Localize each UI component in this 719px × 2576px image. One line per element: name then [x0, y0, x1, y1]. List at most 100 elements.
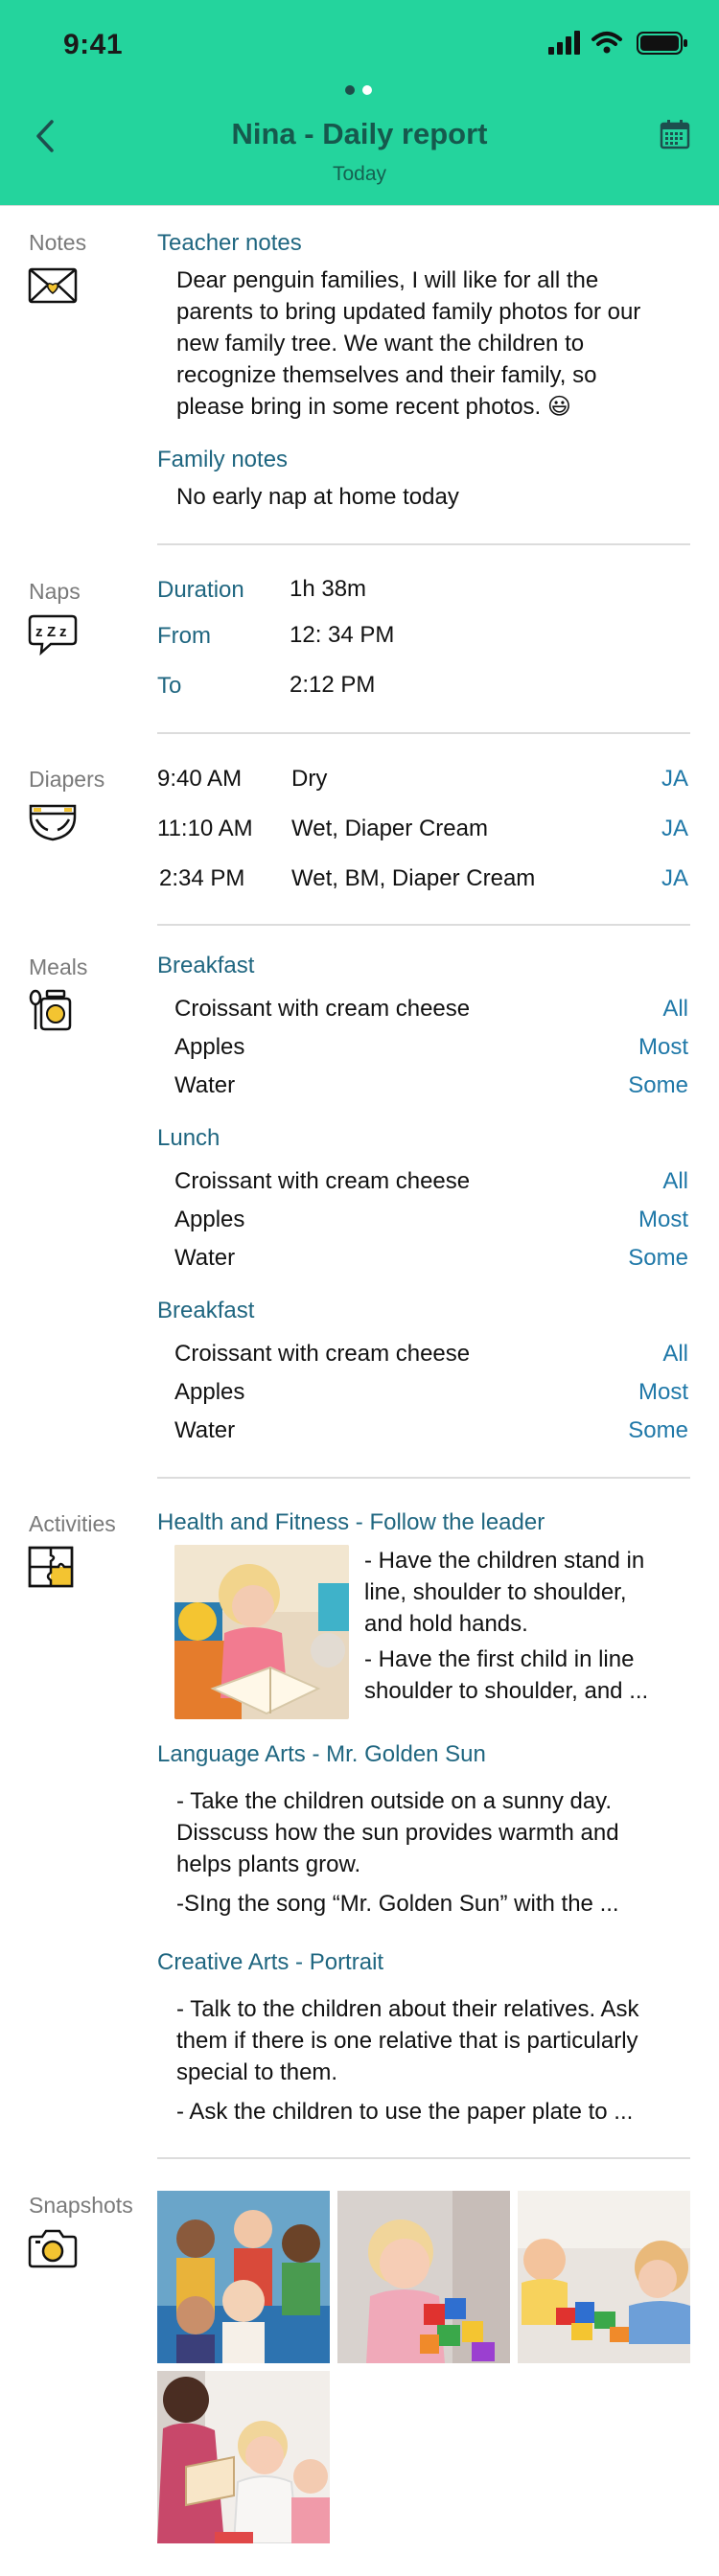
- activity-line: special to them.: [176, 2059, 338, 2085]
- meal-item-food: Apples: [174, 1207, 245, 1232]
- activity-title[interactable]: Health and Fitness - Follow the leader: [157, 1509, 545, 1536]
- diaper-time: 2:34 PM: [159, 865, 245, 891]
- meal-item-amount: Most: [638, 1207, 688, 1232]
- battery-icon: [637, 32, 687, 55]
- activities-label: Activities: [29, 1511, 116, 1536]
- meal-item-food: Croissant with cream cheese: [174, 1168, 471, 1194]
- nap-from-value: 12: 34 PM: [290, 622, 395, 648]
- nap-duration-key: Duration: [157, 577, 244, 603]
- meal-group-title: Lunch: [157, 1125, 220, 1151]
- activity-line: helps plants grow.: [176, 1852, 361, 1877]
- meal-group-title: Breakfast: [157, 953, 255, 978]
- page-indicator: [345, 82, 380, 100]
- page-title: Nina - Daily report: [231, 117, 488, 150]
- svg-text:z: z: [59, 624, 67, 640]
- teacher-notes-line-text: please bring in some recent photos.: [176, 394, 542, 420]
- activity-line: - Ask the children to use the paper plat…: [176, 2099, 634, 2125]
- activity-line: - Take the children outside on a sunny d…: [176, 1788, 613, 1814]
- svg-text:z: z: [35, 624, 43, 640]
- teacher-notes-line: Dear penguin families, I will like for a…: [176, 267, 599, 293]
- section-divider: [157, 2157, 690, 2159]
- page-dot: [362, 85, 372, 95]
- page-dot-active: [345, 85, 355, 95]
- meal-item-food: Apples: [174, 1379, 245, 1405]
- meal-item-amount: Most: [638, 1379, 688, 1405]
- diaper-staff[interactable]: JA: [661, 862, 688, 894]
- activity-line: line, shoulder to shoulder,: [364, 1579, 627, 1605]
- diaper-icon: [29, 804, 77, 841]
- diaper-staff[interactable]: JA: [661, 763, 688, 794]
- meal-item-food: Water: [174, 1417, 236, 1443]
- activity-description: - Talk to the children about their relat…: [176, 1993, 638, 2128]
- wifi-icon: [591, 32, 622, 54]
- status-icons: [548, 31, 687, 55]
- meal-item-amount: All: [662, 1168, 688, 1194]
- snapshot-photo[interactable]: [518, 2191, 690, 2363]
- meal-group-title: Breakfast: [157, 1298, 255, 1323]
- signal-icon: [548, 31, 580, 55]
- header-bar: 9:41 Nina - Daily report Today: [0, 0, 719, 205]
- section-divider: [157, 543, 690, 545]
- activity-line: - Talk to the children about their relat…: [176, 1996, 639, 2022]
- teacher-notes-line: new family tree. We want the children to: [176, 331, 585, 356]
- snapshot-photo[interactable]: [157, 2191, 330, 2363]
- section-divider: [157, 1477, 690, 1479]
- calendar-icon[interactable]: [660, 119, 690, 150]
- nap-duration-value: 1h 38m: [290, 576, 367, 602]
- activity-line: -SIng the song “Mr. Golden Sun” with the…: [176, 1891, 619, 1917]
- meal-item-amount: Most: [638, 1034, 688, 1060]
- activity-description: - Take the children outside on a sunny d…: [176, 1785, 619, 1920]
- meal-item-food: Croissant with cream cheese: [174, 1341, 471, 1367]
- meals-label: Meals: [29, 954, 88, 979]
- activity-line: them if there is one relative that is pa…: [176, 2028, 638, 2054]
- header-divider: [0, 205, 719, 206]
- activity-line: and hold hands.: [364, 1611, 528, 1637]
- spoon-jar-icon: [29, 989, 72, 1031]
- activity-line: shoulder to shoulder, and ...: [364, 1678, 649, 1704]
- diapers-label: Diapers: [29, 767, 105, 792]
- nap-to-value: 2:12 PM: [290, 672, 376, 698]
- diaper-staff[interactable]: JA: [661, 813, 688, 844]
- teacher-notes-text: Dear penguin families, I will like for a…: [176, 264, 640, 423]
- activity-description: - Have the children stand in line, shoul…: [364, 1545, 648, 1707]
- snapshot-photo[interactable]: [337, 2191, 510, 2363]
- svg-text:Z: Z: [47, 624, 56, 640]
- meal-item-food: Water: [174, 1245, 236, 1271]
- diaper-type: Wet, Diaper Cream: [291, 816, 488, 841]
- snapshot-photo[interactable]: [157, 2371, 330, 2543]
- activity-title[interactable]: Language Arts - Mr. Golden Sun: [157, 1741, 486, 1768]
- activity-line: - Have the first child in line: [364, 1646, 635, 1672]
- meal-item-food: Croissant with cream cheese: [174, 996, 471, 1022]
- naps-label: Naps: [29, 579, 81, 604]
- section-divider: [157, 924, 690, 926]
- family-notes-text: No early nap at home today: [176, 484, 459, 510]
- meal-item-amount: Some: [628, 1072, 688, 1098]
- status-time: 9:41: [63, 29, 124, 60]
- envelope-heart-icon: [28, 267, 78, 304]
- activity-photo[interactable]: [174, 1545, 349, 1719]
- meal-item-food: Water: [174, 1072, 236, 1098]
- meal-item-amount: All: [662, 996, 688, 1022]
- meal-item-amount: Some: [628, 1417, 688, 1443]
- activity-line: - Have the children stand in: [364, 1548, 645, 1574]
- teacher-notes-line: recognize themselves and their family, s…: [176, 362, 597, 388]
- teacher-notes-line: please bring in some recent photos. 😃: [176, 391, 640, 423]
- activity-line: Disscuss how the sun provides warmth and: [176, 1820, 619, 1846]
- nap-from-key: From: [157, 623, 211, 649]
- puzzle-icon: [28, 1546, 74, 1588]
- diaper-time: 11:10 AM: [157, 816, 253, 841]
- camera-icon: [28, 2229, 78, 2268]
- meal-item-food: Apples: [174, 1034, 245, 1060]
- family-notes-heading: Family notes: [157, 447, 289, 472]
- nap-to-key: To: [157, 673, 182, 699]
- diaper-time: 9:40 AM: [157, 766, 243, 792]
- teacher-notes-heading: Teacher notes: [157, 230, 302, 256]
- activity-title[interactable]: Creative Arts - Portrait: [157, 1949, 383, 1976]
- smiley-emoji: 😃: [546, 394, 571, 420]
- teacher-notes-line: parents to bring updated family photos f…: [176, 299, 641, 325]
- section-divider: [157, 732, 690, 734]
- diaper-type: Wet, BM, Diaper Cream: [291, 865, 536, 891]
- meal-item-amount: Some: [628, 1245, 688, 1271]
- snapshots-label: Snapshots: [29, 2193, 133, 2218]
- sleep-bubble-icon: z Z z: [28, 614, 78, 656]
